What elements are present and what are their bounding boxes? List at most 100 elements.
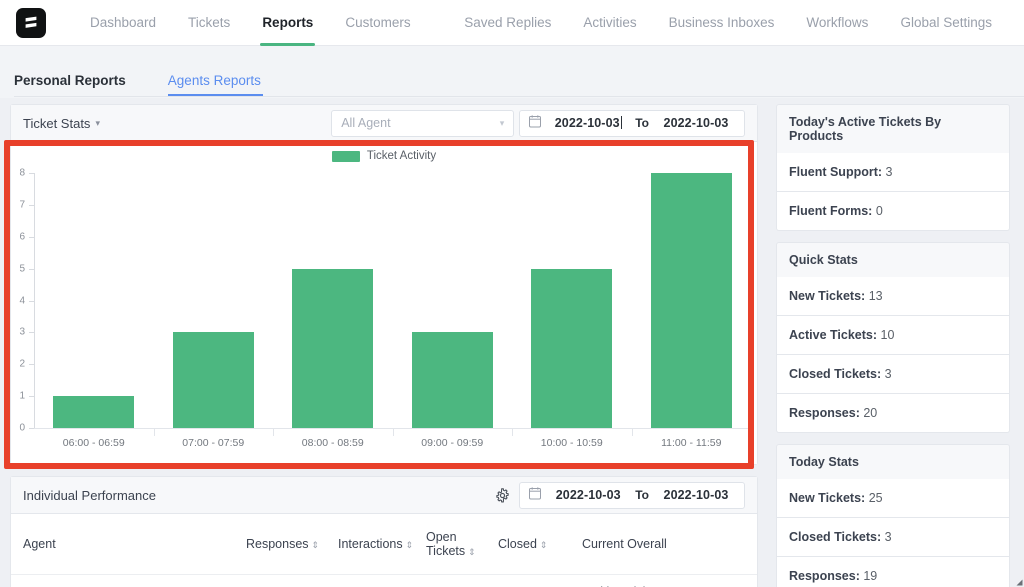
column-open-tickets[interactable]: Open Tickets⇕	[426, 514, 498, 575]
column-responses[interactable]: Responses⇕	[246, 514, 338, 575]
cell-interactions	[338, 575, 426, 587]
nav-item-tickets[interactable]: Tickets	[172, 0, 246, 46]
date-from-value: 2022-10-03	[555, 116, 620, 130]
y-axis-label: 3	[19, 327, 25, 338]
nav-item-global-settings[interactable]: Global Settings	[884, 0, 1008, 46]
tab-personal-reports[interactable]: Personal Reports	[14, 73, 140, 98]
x-axis-label: 11:00 - 11:59	[661, 437, 721, 449]
ticket-stats-date-range[interactable]: 2022-10-03 To 2022-10-03	[519, 110, 745, 137]
column-agent: Agent	[11, 514, 246, 575]
nav-label: Customers	[345, 15, 410, 30]
panel-row-active-tickets: Active Tickets: 10	[776, 316, 1010, 355]
y-axis-tick	[29, 237, 34, 238]
row-label: Closed Tickets:	[789, 530, 881, 544]
nav-item-dashboard[interactable]: Dashboard	[74, 0, 172, 46]
cell-closed	[498, 575, 582, 587]
row-value: 3	[886, 165, 893, 179]
calendar-icon	[529, 115, 541, 131]
date-to-input[interactable]: 2022-10-03	[657, 116, 735, 130]
chevron-down-icon: ▾	[95, 118, 100, 129]
agent-select[interactable]: All Agent ▾	[331, 110, 514, 137]
panel-title: Quick Stats	[776, 242, 1010, 277]
ticket-stats-title[interactable]: Ticket Stats ▾	[23, 116, 100, 131]
main-content: Ticket Stats ▾ All Agent ▾	[10, 104, 758, 587]
cell-responses	[246, 575, 338, 587]
nav-item-workflows[interactable]: Workflows	[790, 0, 884, 46]
sort-icon[interactable]: ⇕	[468, 548, 476, 557]
sort-icon[interactable]: ⇕	[312, 541, 320, 550]
x-axis-separator	[393, 429, 394, 436]
performance-table-head: Agent Responses⇕ Interactions⇕ Open Tick…	[11, 514, 757, 575]
cell-current-overall: Waiting Tickets: 0	[582, 575, 757, 587]
app-root: Dashboard Tickets Reports Customers Save…	[0, 0, 1024, 587]
row-label: Active Tickets:	[789, 328, 877, 342]
individual-performance-card: Individual Performance	[10, 476, 758, 587]
chart-bar[interactable]	[412, 332, 493, 428]
y-axis-label: 5	[19, 263, 25, 274]
individual-performance-controls: 2022-10-03 To 2022-10-03	[495, 482, 745, 509]
panel-row-responses: Responses: 20	[776, 394, 1010, 433]
nav-label: Reports	[262, 15, 313, 30]
row-label: Fluent Forms:	[789, 204, 872, 218]
ticket-stats-controls: All Agent ▾ 2022-10-03	[331, 110, 745, 137]
chart-bar[interactable]	[292, 269, 373, 428]
row-value: 13	[869, 289, 883, 303]
column-interactions[interactable]: Interactions⇕	[338, 514, 426, 575]
y-axis-tick	[29, 301, 34, 302]
table-row[interactable]: Waiting Tickets: 0	[11, 575, 757, 587]
tab-label: Personal Reports	[14, 73, 126, 88]
agent-select-value: All Agent	[341, 116, 390, 130]
performance-date-to[interactable]: 2022-10-03	[657, 488, 735, 502]
y-axis-label: 6	[19, 231, 25, 242]
column-closed[interactable]: Closed⇕	[498, 514, 582, 575]
row-value: 3	[885, 530, 892, 544]
nav-item-business-inboxes[interactable]: Business Inboxes	[653, 0, 791, 46]
window-resize-grip[interactable]	[1013, 576, 1023, 586]
y-axis-label: 7	[19, 199, 25, 210]
panel-today-stats: Today Stats New Tickets: 25 Closed Ticke…	[776, 444, 1010, 587]
nav-item-activities[interactable]: Activities	[567, 0, 652, 46]
y-axis-tick	[29, 396, 34, 397]
primary-nav-left: Dashboard Tickets Reports Customers	[74, 0, 427, 46]
performance-date-from[interactable]: 2022-10-03	[549, 488, 627, 502]
nav-item-saved-replies[interactable]: Saved Replies	[448, 0, 567, 46]
nav-item-reports[interactable]: Reports	[246, 0, 329, 46]
column-label: Closed	[498, 537, 537, 551]
row-label: New Tickets:	[789, 491, 865, 505]
panel-row-closed-tickets: Closed Tickets: 3	[776, 355, 1010, 394]
top-navigation-bar: Dashboard Tickets Reports Customers Save…	[0, 0, 1024, 46]
performance-date-range[interactable]: 2022-10-03 To 2022-10-03	[519, 482, 745, 509]
x-axis-label: 10:00 - 10:59	[541, 437, 603, 449]
performance-date-to-label: To	[635, 488, 649, 502]
nav-item-customers[interactable]: Customers	[329, 0, 426, 46]
table-header-row: Agent Responses⇕ Interactions⇕ Open Tick…	[11, 514, 757, 575]
chevron-down-icon: ▾	[500, 118, 505, 129]
chart-bar[interactable]	[53, 396, 134, 428]
chart-bar[interactable]	[651, 173, 732, 428]
fluent-support-logo[interactable]	[16, 8, 46, 38]
row-value: 19	[863, 569, 877, 583]
ticket-stats-header: Ticket Stats ▾ All Agent ▾	[11, 105, 757, 142]
x-axis-separator	[512, 429, 513, 436]
chart-bar[interactable]	[531, 269, 612, 428]
panel-row-today-responses: Responses: 19	[776, 557, 1010, 587]
nav-label: Tickets	[188, 15, 230, 30]
individual-performance-header: Individual Performance	[11, 477, 757, 514]
chart-bar[interactable]	[173, 332, 254, 428]
ticket-stats-card: Ticket Stats ▾ All Agent ▾	[10, 104, 758, 465]
date-from-input[interactable]: 2022-10-03	[549, 116, 627, 130]
row-label: New Tickets:	[789, 289, 865, 303]
nav-label: Saved Replies	[464, 15, 551, 30]
y-axis-label: 8	[19, 168, 25, 179]
column-label: Open Tickets	[426, 530, 465, 558]
gear-icon[interactable]	[495, 488, 510, 503]
row-label: Responses:	[789, 406, 860, 420]
sort-icon[interactable]: ⇕	[406, 541, 414, 550]
y-axis-line	[34, 173, 35, 428]
y-axis-tick	[29, 173, 34, 174]
tab-agents-reports[interactable]: Agents Reports	[168, 73, 275, 98]
row-value: 25	[869, 491, 883, 505]
column-current-overall: Current Overall	[582, 514, 757, 575]
row-label: Fluent Support:	[789, 165, 882, 179]
sort-icon[interactable]: ⇕	[540, 541, 548, 550]
